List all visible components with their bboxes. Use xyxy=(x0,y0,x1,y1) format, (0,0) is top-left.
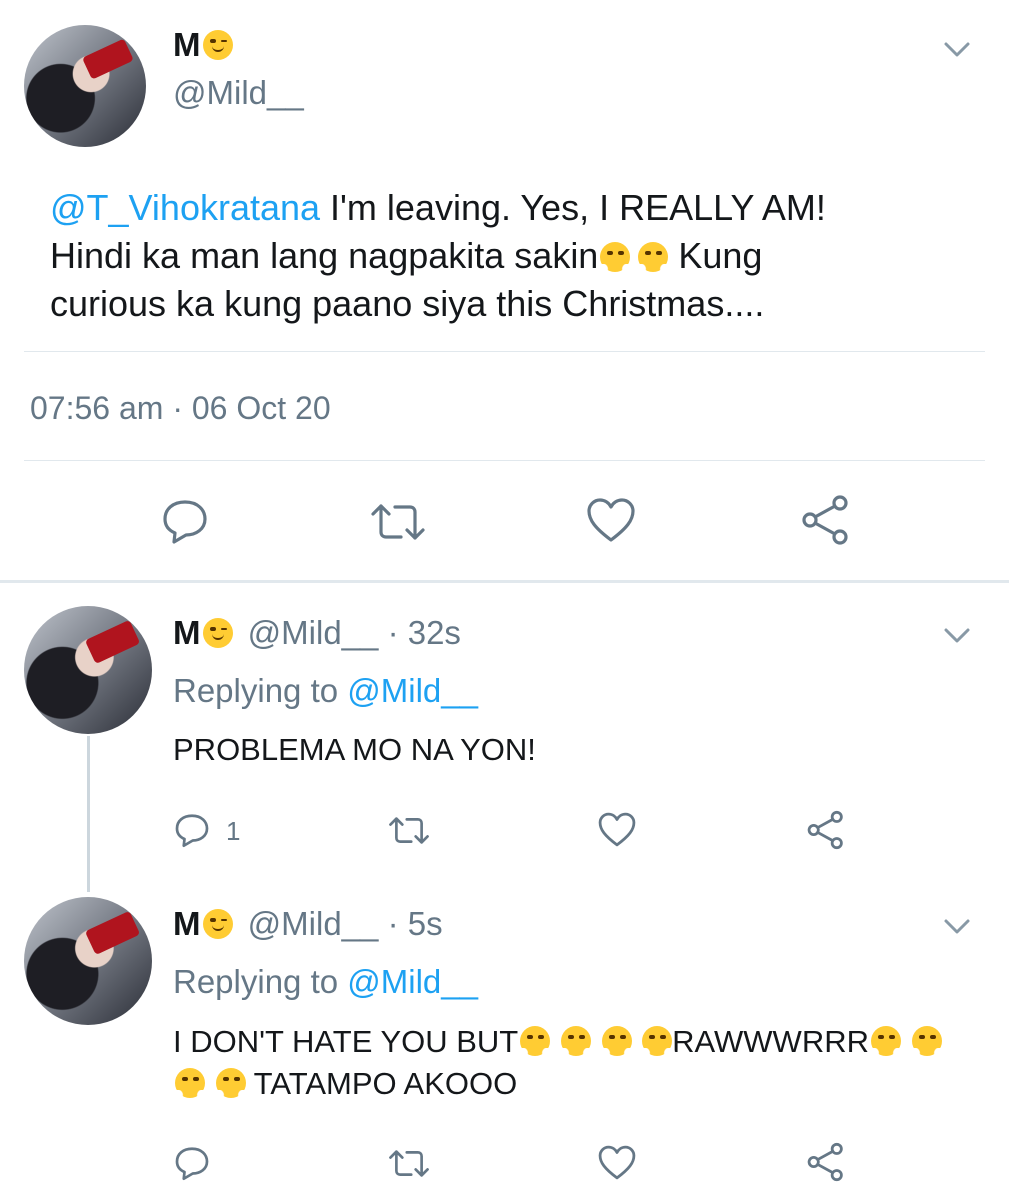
divider xyxy=(24,460,985,461)
like-icon[interactable] xyxy=(597,1144,637,1181)
steam-face-icon xyxy=(514,1026,557,1058)
section-divider xyxy=(0,580,1009,583)
tweet-author[interactable]: M xyxy=(173,26,233,64)
divider xyxy=(24,351,985,352)
tweet-text: @T_Vihokratana I'm leaving. Yes, I REALL… xyxy=(50,187,826,324)
replying-to-link[interactable]: @Mild__ xyxy=(347,963,478,1000)
mention-link[interactable]: @T_Vihokratana xyxy=(50,187,320,228)
replying-to: Replying to @Mild__ xyxy=(173,672,478,709)
replying-to-link[interactable]: @Mild__ xyxy=(347,672,478,709)
winking-face-icon xyxy=(202,30,233,60)
retweet-icon[interactable] xyxy=(367,500,429,544)
steam-face-icon xyxy=(636,1026,679,1058)
steam-face-icon xyxy=(905,1026,948,1058)
steam-face-icon xyxy=(632,242,675,274)
retweet-icon[interactable] xyxy=(386,814,432,847)
avatar[interactable] xyxy=(24,606,152,734)
share-icon[interactable] xyxy=(806,810,846,850)
tweet-timestamp[interactable]: 07:56 am · 06 Oct 20 xyxy=(30,390,331,427)
reply-icon[interactable] xyxy=(173,812,211,848)
steam-face-icon xyxy=(169,1068,211,1100)
thread-line xyxy=(87,736,90,892)
chevron-down-icon[interactable] xyxy=(943,40,971,60)
author-handle[interactable]: @Mild__ xyxy=(173,74,304,112)
steam-face-icon xyxy=(554,1026,597,1058)
steam-face-icon xyxy=(595,1026,638,1058)
share-icon[interactable] xyxy=(800,494,852,546)
like-icon[interactable] xyxy=(597,811,637,848)
reply-author[interactable]: M @Mild__ · 5s xyxy=(173,905,443,943)
chevron-down-icon[interactable] xyxy=(943,917,971,937)
avatar[interactable] xyxy=(24,897,152,1025)
replying-to: Replying to @Mild__ xyxy=(173,963,478,1000)
winking-face-icon xyxy=(202,618,233,648)
steam-face-icon xyxy=(864,1026,907,1058)
reply-text: I DON'T HATE YOU BUT RAWWWRRR TATAMPO AK… xyxy=(169,1021,993,1105)
reply-text: PROBLEMA MO NA YON! xyxy=(173,732,536,767)
like-icon[interactable] xyxy=(585,496,637,544)
chevron-down-icon[interactable] xyxy=(943,626,971,646)
author-name: M xyxy=(173,26,201,63)
reply-icon[interactable] xyxy=(173,1145,211,1181)
winking-face-icon xyxy=(202,909,233,939)
retweet-icon[interactable] xyxy=(386,1147,432,1180)
reply-author[interactable]: M @Mild__ · 32s xyxy=(173,614,461,652)
avatar[interactable] xyxy=(24,25,146,147)
share-icon[interactable] xyxy=(806,1142,846,1182)
reply-icon[interactable] xyxy=(160,497,210,545)
steam-face-icon xyxy=(594,242,637,274)
reply-count: 1 xyxy=(226,816,241,846)
steam-face-icon xyxy=(209,1068,252,1100)
